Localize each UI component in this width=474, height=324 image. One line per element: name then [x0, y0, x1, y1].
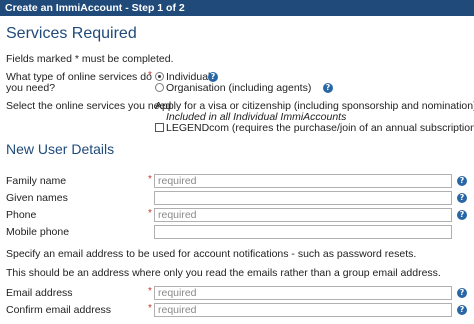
organisation-help-icon[interactable]: ?: [323, 83, 333, 93]
confirm-email-help-icon[interactable]: ?: [457, 305, 467, 315]
mobile-phone-input[interactable]: [154, 225, 452, 239]
window-title-bar: Create an ImmiAccount - Step 1 of 2: [0, 0, 474, 16]
family-name-help-icon[interactable]: ?: [457, 176, 467, 186]
organisation-radio-label[interactable]: Organisation (including agents): [166, 82, 311, 94]
individual-help-icon[interactable]: ?: [208, 72, 218, 82]
individual-radio[interactable]: [155, 72, 164, 81]
email-note-1: Specify an email address to be used for …: [6, 248, 417, 260]
email-address-input[interactable]: [154, 286, 452, 300]
new-user-heading: New User Details: [6, 141, 115, 157]
phone-help-icon[interactable]: ?: [457, 210, 467, 220]
required-star: *: [148, 70, 152, 81]
given-names-input[interactable]: [154, 191, 452, 205]
legend-checkbox[interactable]: [155, 123, 164, 132]
select-services-label: Select the online services you need: [6, 100, 172, 112]
family-name-input[interactable]: [154, 174, 452, 188]
required-star: *: [148, 303, 152, 314]
required-star: *: [148, 208, 152, 219]
email-address-help-icon[interactable]: ?: [457, 288, 467, 298]
legend-checkbox-label[interactable]: LEGENDcom (requires the purchase/join of…: [166, 122, 474, 134]
confirm-email-label: Confirm email address: [6, 304, 112, 316]
given-names-help-icon[interactable]: ?: [457, 193, 467, 203]
family-name-label: Family name: [6, 175, 67, 187]
mobile-phone-label: Mobile phone: [6, 226, 70, 238]
organisation-radio[interactable]: [155, 83, 164, 92]
phone-label: Phone: [6, 209, 37, 221]
email-note-2: This should be an address where only you…: [6, 267, 441, 279]
confirm-email-input[interactable]: [154, 303, 452, 317]
service-type-label-line2: you need?: [6, 82, 56, 94]
required-star: *: [148, 286, 152, 297]
phone-input[interactable]: [154, 208, 452, 222]
email-address-label: Email address: [6, 287, 73, 299]
given-names-label: Given names: [6, 192, 68, 204]
required-star: *: [148, 174, 152, 185]
required-note: Fields marked * must be completed.: [6, 53, 174, 65]
services-heading: Services Required: [6, 25, 137, 42]
window-title: Create an ImmiAccount - Step 1 of 2: [5, 2, 185, 14]
